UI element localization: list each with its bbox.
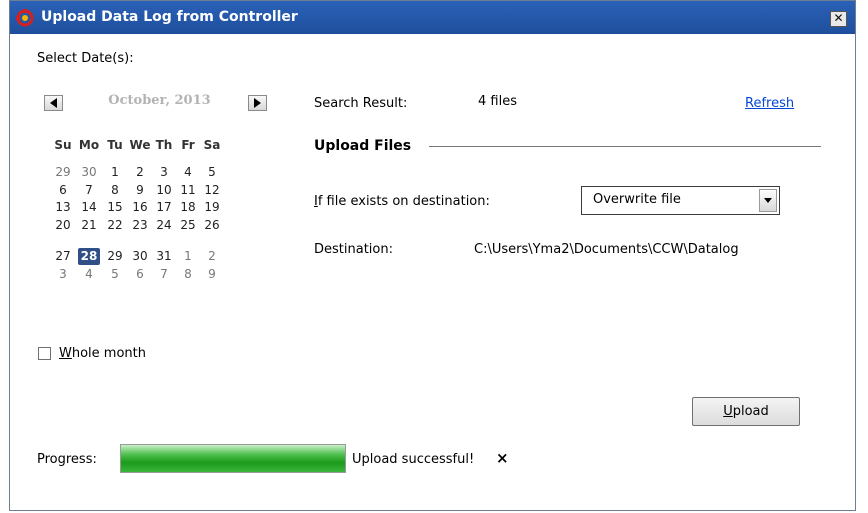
chevron-down-icon: [764, 198, 772, 203]
next-month-button[interactable]: [248, 95, 267, 111]
progress-label: Progress:: [37, 452, 97, 467]
upload-status-text: Upload successful!: [352, 452, 475, 467]
progress-bar: [120, 444, 346, 473]
weekday-header: Tu: [107, 138, 123, 152]
calendar-day[interactable]: 1: [177, 248, 199, 265]
calendar-day[interactable]: 4: [78, 266, 100, 283]
controller-app-icon: [16, 9, 34, 27]
calendar-day[interactable]: 1: [104, 164, 126, 181]
calendar-day[interactable]: 2: [129, 164, 151, 181]
calendar-day[interactable]: 18: [177, 199, 199, 216]
file-exists-selected-value: Overwrite file: [593, 192, 681, 207]
calendar-day[interactable]: 26: [201, 217, 223, 234]
calendar-day[interactable]: 29: [104, 248, 126, 265]
calendar-day[interactable]: 20: [52, 217, 74, 234]
window-title: Upload Data Log from Controller: [41, 9, 298, 25]
weekday-header: Su: [54, 138, 72, 152]
upload-files-heading: Upload Files: [314, 138, 412, 154]
calendar-day[interactable]: 10: [153, 182, 175, 199]
calendar-day[interactable]: 9: [129, 182, 151, 199]
file-exists-select[interactable]: Overwrite file: [581, 186, 780, 215]
calendar-day[interactable]: 3: [52, 266, 74, 283]
calendar-day[interactable]: 13: [52, 199, 74, 216]
close-button[interactable]: ✕: [830, 11, 847, 27]
dropdown-button[interactable]: [759, 189, 777, 212]
right-triangle-icon: [254, 98, 261, 108]
calendar-day[interactable]: 16: [129, 199, 151, 216]
calendar-day[interactable]: 3: [153, 164, 175, 181]
calendar-day[interactable]: 15: [104, 199, 126, 216]
title-bar[interactable]: Upload Data Log from Controller ✕: [10, 1, 855, 34]
file-exists-label: If file exists on destination:: [314, 194, 490, 209]
whole-month-text: hole month: [71, 346, 146, 361]
calendar-day[interactable]: 8: [104, 182, 126, 199]
calendar-day[interactable]: 31: [153, 248, 175, 265]
calendar-day[interactable]: 28: [78, 248, 100, 265]
upload-button-text: pload: [732, 404, 769, 419]
clear-status-icon[interactable]: ×: [496, 449, 509, 467]
whole-month-checkbox[interactable]: [38, 347, 51, 360]
weekday-header: We: [129, 138, 151, 152]
progress-fill: [121, 445, 345, 472]
calendar-day[interactable]: 6: [129, 266, 151, 283]
weekday-header: Sa: [203, 138, 221, 152]
calendar-day[interactable]: 9: [201, 266, 223, 283]
calendar-day[interactable]: 7: [153, 266, 175, 283]
calendar-day[interactable]: 29: [52, 164, 74, 181]
calendar-day[interactable]: 5: [104, 266, 126, 283]
upload-button[interactable]: Upload: [692, 397, 800, 426]
weekday-header: Fr: [181, 138, 195, 152]
calendar-day[interactable]: 23: [129, 217, 151, 234]
calendar-day[interactable]: 8: [177, 266, 199, 283]
refresh-link[interactable]: Refresh: [745, 96, 794, 111]
calendar-day[interactable]: 25: [177, 217, 199, 234]
section-divider: [429, 146, 821, 147]
file-exists-text: f file exists on destination:: [317, 194, 490, 209]
calendar-day[interactable]: 5: [201, 164, 223, 181]
calendar-day[interactable]: 17: [153, 199, 175, 216]
calendar-day[interactable]: 7: [78, 182, 100, 199]
calendar-day[interactable]: 2: [201, 248, 223, 265]
close-icon: ✕: [833, 11, 844, 25]
prev-month-button[interactable]: [44, 95, 63, 111]
whole-month-accel: W: [59, 346, 72, 361]
calendar-day[interactable]: 14: [78, 199, 100, 216]
calendar-day[interactable]: 21: [78, 217, 100, 234]
calendar-day[interactable]: 4: [177, 164, 199, 181]
left-triangle-icon: [50, 98, 57, 108]
search-result-label: Search Result:: [314, 96, 408, 111]
calendar-day[interactable]: 12: [201, 182, 223, 199]
calendar-day[interactable]: 11: [177, 182, 199, 199]
calendar-day[interactable]: 30: [129, 248, 151, 265]
weekday-header: Th: [155, 138, 173, 152]
destination-path: C:\Users\Yma2\Documents\CCW\Datalog: [474, 242, 739, 257]
destination-label: Destination:: [314, 242, 393, 257]
upload-button-accel: U: [723, 404, 733, 419]
select-dates-label: Select Date(s):: [37, 51, 134, 66]
whole-month-label[interactable]: Whole month: [59, 346, 146, 361]
calendar-day[interactable]: 22: [104, 217, 126, 234]
calendar-day[interactable]: 19: [201, 199, 223, 216]
calendar-day[interactable]: 27: [52, 248, 74, 265]
calendar-day[interactable]: 24: [153, 217, 175, 234]
weekday-header: Mo: [78, 138, 100, 152]
month-title: October, 2013: [108, 93, 211, 108]
calendar-day[interactable]: 6: [52, 182, 74, 199]
calendar-day[interactable]: 30: [78, 164, 100, 181]
search-result-value: 4 files: [478, 94, 517, 109]
